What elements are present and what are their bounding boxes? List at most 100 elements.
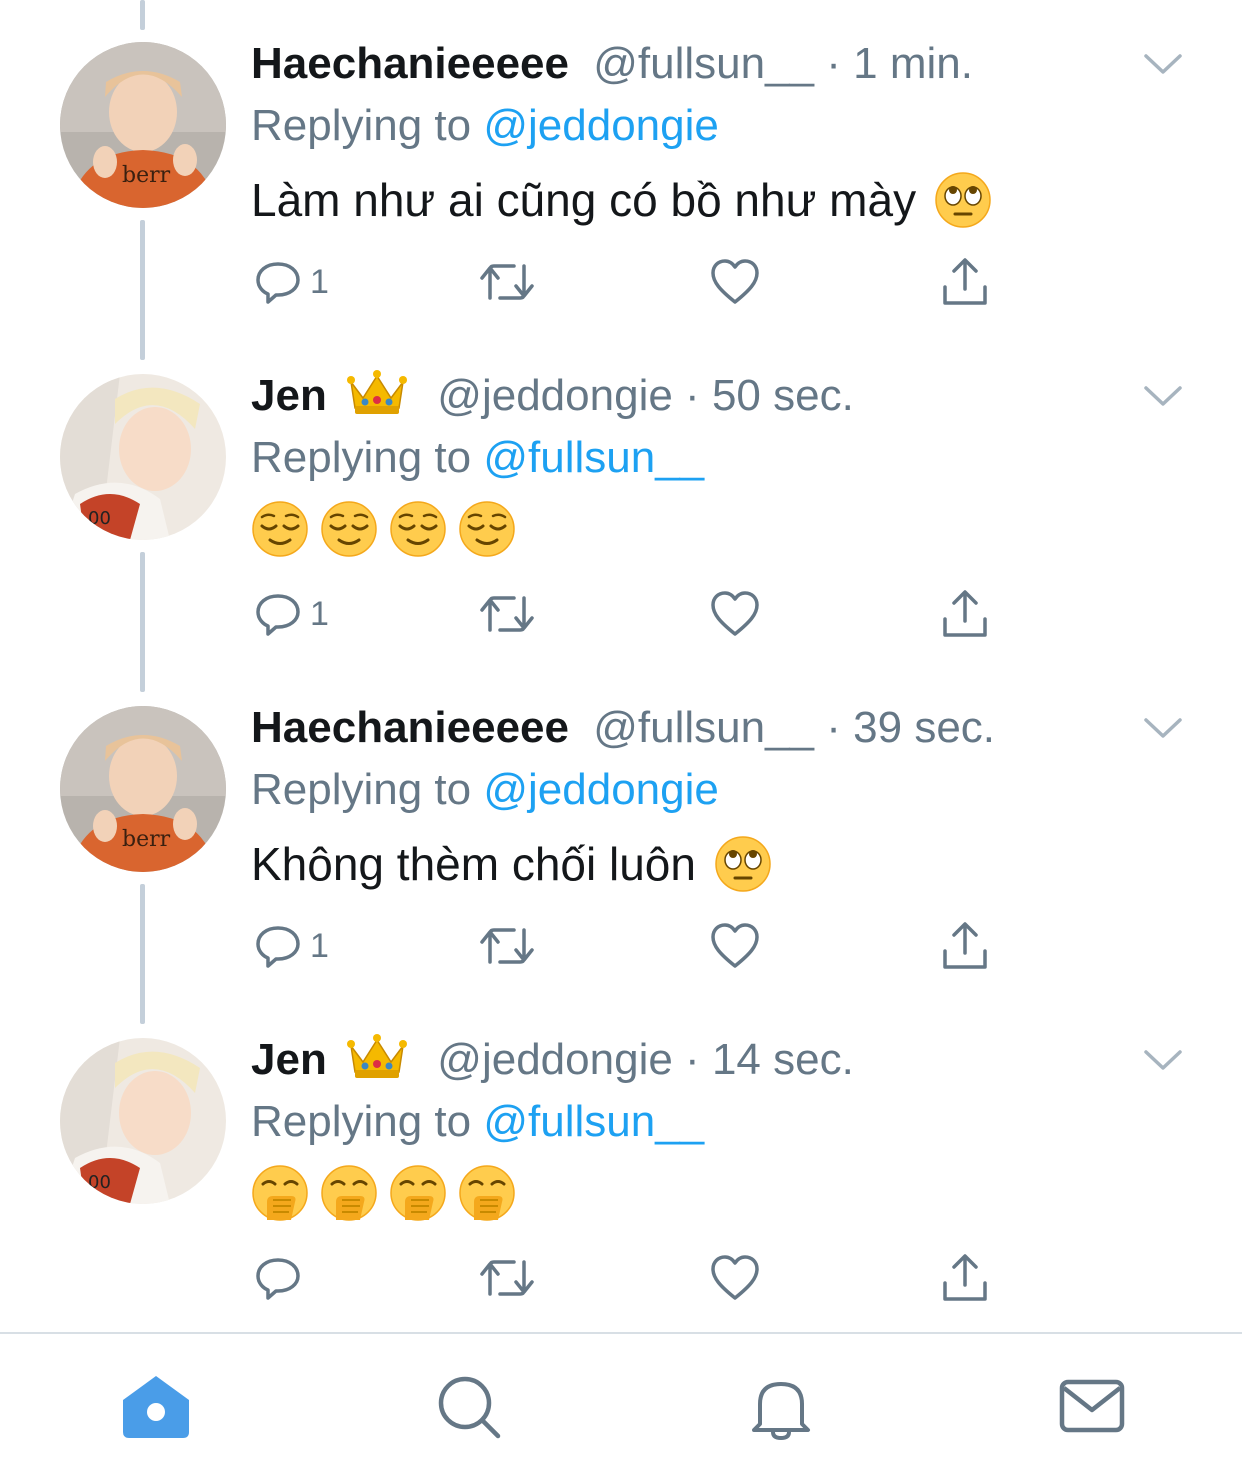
replying-to-label: Replying to <box>251 765 484 814</box>
relieved-face-icon <box>390 501 446 557</box>
share-button[interactable] <box>940 586 990 642</box>
share-button[interactable] <box>940 918 990 974</box>
replying-to: Replying to @jeddongie <box>251 762 719 818</box>
reply-icon <box>256 926 300 968</box>
like-button[interactable] <box>710 918 760 974</box>
retweet-icon <box>480 264 534 300</box>
reply-count: 1 <box>310 926 329 965</box>
tweet-thread: berr Haechanieeeee @fullsun__ · 1 min. R… <box>0 0 1242 1332</box>
retweet-button[interactable] <box>478 918 536 974</box>
user-handle[interactable]: @fullsun__ <box>593 703 814 752</box>
tweet-text <box>251 500 527 558</box>
display-name[interactable]: Haechanieeeee <box>251 39 569 88</box>
svg-text:berr: berr <box>122 163 171 188</box>
user-handle[interactable]: @jeddongie <box>437 1035 673 1084</box>
tweet[interactable]: berr Haechanieeeee @fullsun__ · 1 min. R… <box>0 0 1242 332</box>
tweet-header: Haechanieeeee @fullsun__ · 1 min. <box>251 36 973 92</box>
replying-to-mention[interactable]: @fullsun__ <box>483 433 704 482</box>
tab-messages[interactable] <box>1059 1374 1129 1440</box>
face-with-hand-over-mouth-icon <box>252 1165 308 1221</box>
replying-to-mention[interactable]: @fullsun__ <box>483 1097 704 1146</box>
face-with-hand-over-mouth-icon <box>321 1165 377 1221</box>
chevron-down-icon[interactable] <box>1142 380 1184 410</box>
avatar[interactable]: berr <box>60 42 226 208</box>
relieved-face-icon <box>252 501 308 557</box>
chevron-down-icon[interactable] <box>1142 1044 1184 1074</box>
chevron-down-icon[interactable] <box>1142 712 1184 742</box>
tweet-body-text: Không thèm chối luôn <box>251 838 696 890</box>
tweet-header: Jen @jeddongie · 50 sec. <box>251 368 854 424</box>
user-handle[interactable]: @jeddongie <box>437 371 673 420</box>
share-icon <box>943 258 987 305</box>
share-icon <box>943 1254 987 1301</box>
tweet-actions: 1 <box>250 586 1010 642</box>
replying-to-mention[interactable]: @jeddongie <box>483 765 719 814</box>
retweet-icon <box>480 928 534 964</box>
crown-icon <box>347 370 408 414</box>
reply-icon <box>256 262 300 304</box>
bottom-tab-bar <box>0 1332 1242 1472</box>
avatar[interactable]: 00 <box>60 374 226 540</box>
face-with-rolling-eyes-icon <box>935 172 991 228</box>
heart-icon <box>711 923 759 968</box>
share-button[interactable] <box>940 1250 990 1306</box>
retweet-button[interactable] <box>478 586 536 642</box>
retweet-button[interactable] <box>478 254 536 310</box>
separator-dot: · <box>826 39 841 88</box>
face-with-hand-over-mouth-icon <box>390 1165 446 1221</box>
display-name[interactable]: Haechanieeeee <box>251 703 569 752</box>
tweet-actions: 1 <box>250 918 1010 974</box>
replying-to: Replying to @jeddongie <box>251 98 719 154</box>
user-handle[interactable]: @fullsun__ <box>593 39 814 88</box>
like-button[interactable] <box>710 254 760 310</box>
tweet-actions: 1 <box>250 254 1010 310</box>
tweet[interactable]: 00 Jen @jeddongie · 50 sec. Replying to … <box>0 332 1242 664</box>
tweet-text: Làm như ai cũng có bồ như mày <box>251 168 1003 232</box>
search-icon <box>438 1376 501 1439</box>
timestamp[interactable]: 1 min. <box>853 39 973 88</box>
like-button[interactable] <box>710 1250 760 1306</box>
timestamp[interactable]: 14 sec. <box>712 1035 854 1084</box>
display-name[interactable]: Jen <box>251 1035 327 1084</box>
tweet-header: Haechanieeeee @fullsun__ · 39 sec. <box>251 700 995 756</box>
face-with-rolling-eyes-icon <box>715 836 771 892</box>
chevron-down-icon[interactable] <box>1142 48 1184 78</box>
svg-text:berr: berr <box>122 827 171 852</box>
tab-search[interactable] <box>436 1374 506 1440</box>
avatar[interactable]: 00 <box>60 1038 226 1204</box>
share-button[interactable] <box>940 254 990 310</box>
relieved-face-icon <box>459 501 515 557</box>
heart-icon <box>711 1255 759 1300</box>
replying-to-label: Replying to <box>251 433 484 482</box>
display-name[interactable]: Jen <box>251 371 327 420</box>
retweet-button[interactable] <box>478 1250 536 1306</box>
tweet[interactable]: 00 Jen @jeddongie · 14 sec. Replying to … <box>0 996 1242 1328</box>
home-icon <box>123 1376 189 1438</box>
timestamp[interactable]: 50 sec. <box>712 371 854 420</box>
like-button[interactable] <box>710 586 760 642</box>
replying-to: Replying to @fullsun__ <box>251 430 704 486</box>
heart-icon <box>711 591 759 636</box>
reply-button[interactable]: 1 <box>254 918 329 974</box>
reply-button[interactable]: 1 <box>254 586 329 642</box>
share-icon <box>943 922 987 969</box>
messages-icon <box>1059 1379 1125 1433</box>
replying-to-label: Replying to <box>251 101 484 150</box>
svg-text:00: 00 <box>88 508 111 529</box>
share-icon <box>943 590 987 637</box>
tab-notifications[interactable] <box>748 1374 818 1441</box>
retweet-icon <box>480 596 534 632</box>
tweet-text: Không thèm chối luôn <box>251 832 783 896</box>
replying-to-mention[interactable]: @jeddongie <box>483 101 719 150</box>
tweet-actions <box>250 1250 1010 1306</box>
relieved-face-icon <box>321 501 377 557</box>
reply-button[interactable]: 1 <box>254 254 329 310</box>
face-with-hand-over-mouth-icon <box>459 1165 515 1221</box>
timestamp[interactable]: 39 sec. <box>853 703 995 752</box>
avatar[interactable]: berr <box>60 706 226 872</box>
reply-button[interactable] <box>254 1250 310 1306</box>
notifications-icon <box>752 1376 810 1441</box>
heart-icon <box>711 259 759 304</box>
tab-home[interactable] <box>121 1374 191 1440</box>
tweet[interactable]: berr Haechanieeeee @fullsun__ · 39 sec. … <box>0 664 1242 996</box>
